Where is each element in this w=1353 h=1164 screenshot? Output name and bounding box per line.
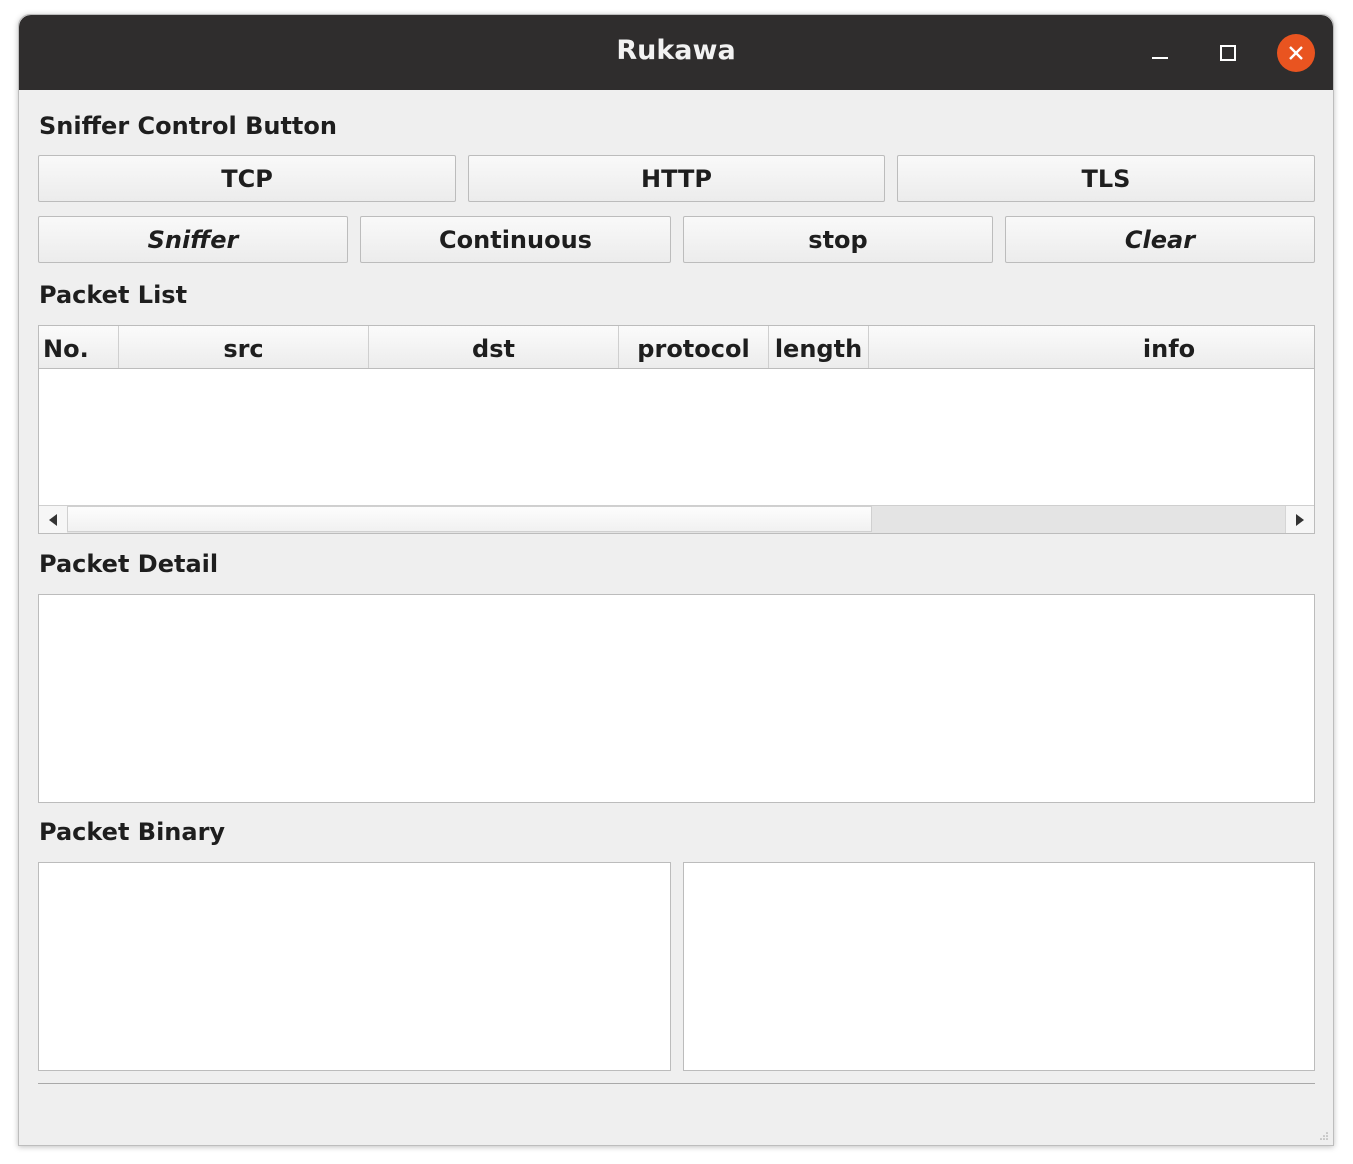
minimize-button[interactable] xyxy=(1141,34,1179,72)
maximize-button[interactable] xyxy=(1209,34,1247,72)
column-header-dst[interactable]: dst xyxy=(369,326,619,368)
column-header-src[interactable]: src xyxy=(119,326,369,368)
close-icon xyxy=(1289,46,1303,60)
close-button[interactable] xyxy=(1277,34,1315,72)
packet-detail-label: Packet Detail xyxy=(39,550,219,578)
sniffer-control-label: Sniffer Control Button xyxy=(39,112,337,140)
scroll-left-arrow[interactable] xyxy=(39,506,67,533)
maximize-icon xyxy=(1220,45,1236,61)
packet-list-body[interactable] xyxy=(39,369,1314,505)
status-bar xyxy=(38,1085,1315,1141)
packet-binary-label: Packet Binary xyxy=(39,818,226,846)
triangle-left-icon xyxy=(49,513,57,526)
packet-binary-hex-view[interactable] xyxy=(38,862,671,1071)
horizontal-scrollbar[interactable] xyxy=(39,505,1314,533)
continuous-button[interactable]: Continuous xyxy=(360,216,671,263)
stop-button[interactable]: stop xyxy=(683,216,993,263)
packet-list-table[interactable]: No. src dst protocol length info xyxy=(38,325,1315,534)
scroll-right-arrow[interactable] xyxy=(1285,506,1314,533)
scrollbar-trough[interactable] xyxy=(67,506,1286,533)
triangle-right-icon xyxy=(1296,513,1304,526)
clear-button[interactable]: Clear xyxy=(1005,216,1315,263)
packet-list-header: No. src dst protocol length info xyxy=(39,326,1314,369)
sniffer-button[interactable]: Sniffer xyxy=(38,216,348,263)
http-button[interactable]: HTTP xyxy=(468,155,885,202)
title-bar[interactable]: Rukawa xyxy=(19,15,1333,90)
column-header-no[interactable]: No. xyxy=(39,326,119,368)
app-window: Rukawa Sniffer Control Button TCP HTTP T… xyxy=(18,14,1334,1146)
resize-grip-icon[interactable] xyxy=(1319,1131,1329,1141)
scrollbar-thumb[interactable] xyxy=(67,506,872,532)
minimize-icon xyxy=(1152,57,1168,59)
packet-binary-ascii-view[interactable] xyxy=(683,862,1315,1071)
column-header-protocol[interactable]: protocol xyxy=(619,326,769,368)
packet-detail-view[interactable] xyxy=(38,594,1315,803)
tcp-button[interactable]: TCP xyxy=(38,155,456,202)
status-bar-divider xyxy=(38,1083,1315,1084)
column-header-length[interactable]: length xyxy=(769,326,869,368)
packet-list-label: Packet List xyxy=(39,281,188,309)
column-header-info[interactable]: info xyxy=(869,326,1333,368)
window-title: Rukawa xyxy=(616,35,736,66)
tls-button[interactable]: TLS xyxy=(897,155,1315,202)
